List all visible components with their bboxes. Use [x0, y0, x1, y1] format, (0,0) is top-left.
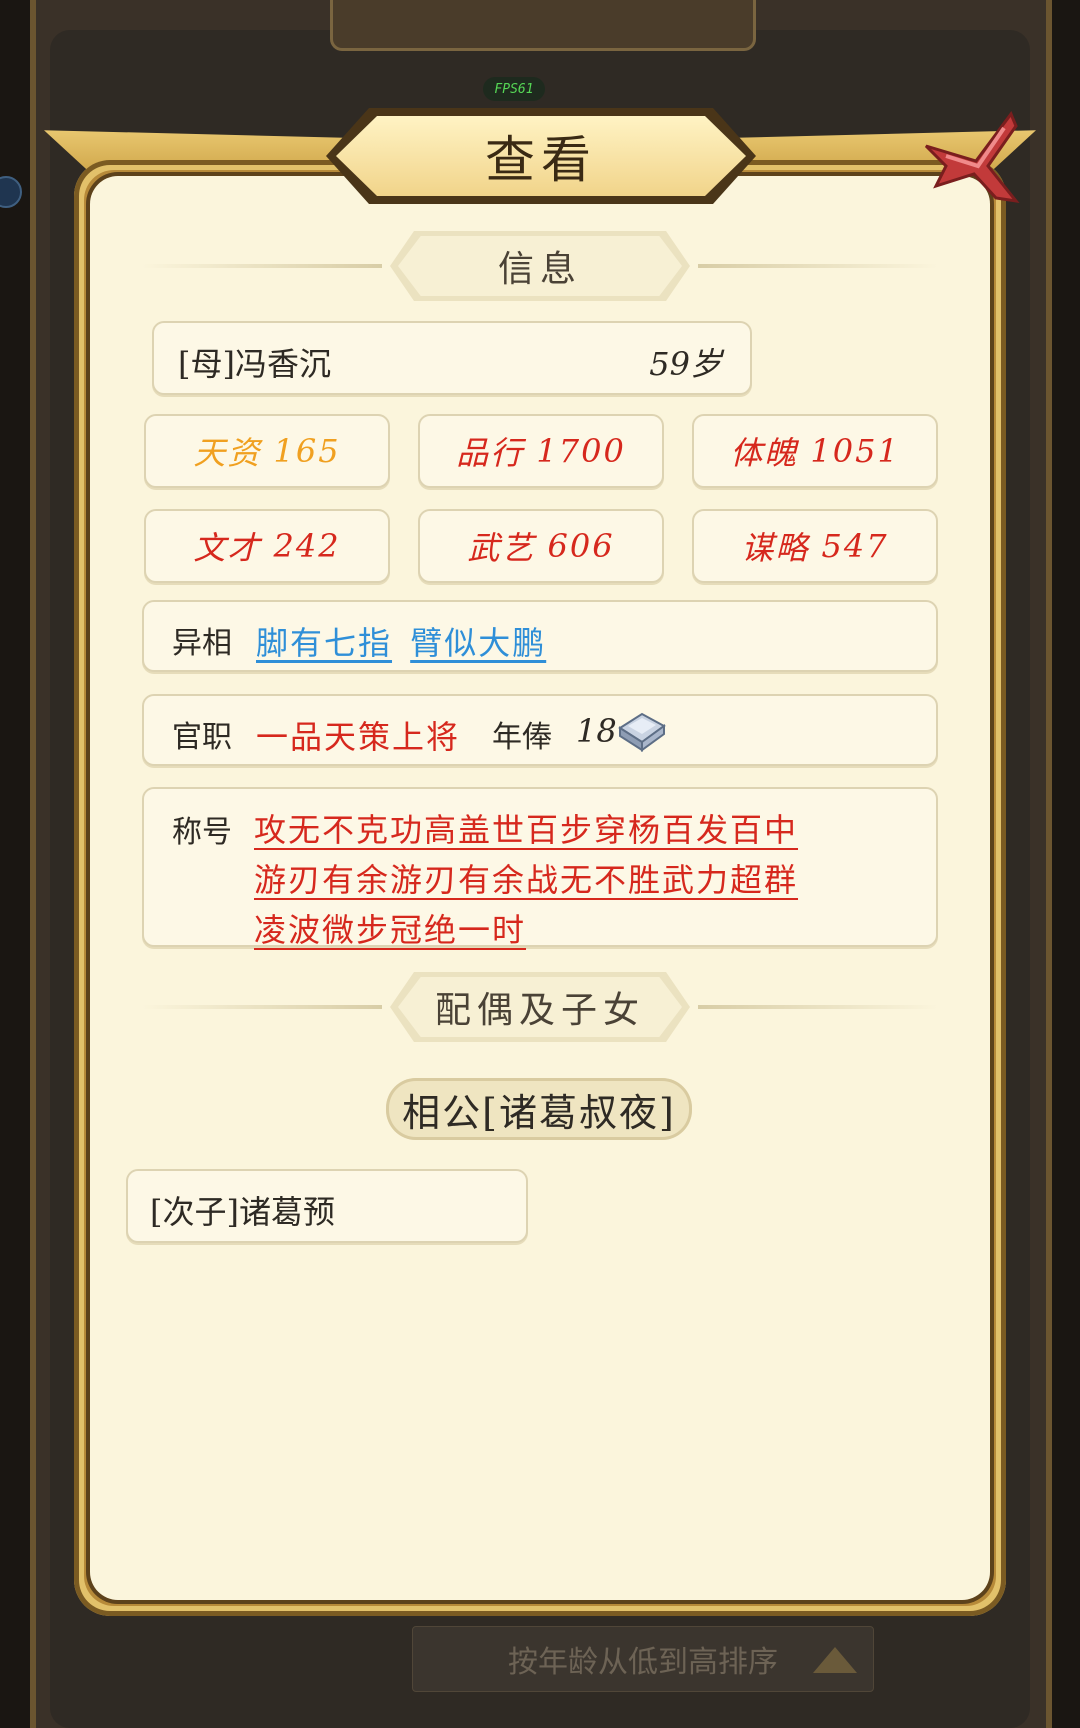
traits-label: 异相: [172, 626, 232, 661]
honor-line[interactable]: 攻无不克功高盖世百步穿杨百发百中: [254, 811, 798, 849]
sort-by-age-button[interactable]: 按年龄从低到高排序: [412, 1626, 874, 1692]
honors-label: 称号: [172, 815, 232, 850]
section-header-family: 配偶及子女: [142, 972, 938, 1042]
salary-value: 18: [576, 712, 617, 750]
person-age: 59岁: [649, 345, 722, 383]
person-name-box: [母]冯香沉 59岁: [152, 321, 752, 395]
background-title-plate: [330, 0, 756, 51]
section-title-family: 配偶及子女: [398, 977, 682, 1037]
honors-list: 攻无不克功高盖世百步穿杨百发百中 游刃有余游刃有余战无不胜武力超群 凌波微步冠绝…: [254, 805, 894, 955]
stat-value: 606: [547, 527, 615, 565]
dialog-title: 查看: [336, 116, 746, 196]
stat-label: 武艺: [467, 529, 536, 567]
honor-line[interactable]: 游刃有余游刃有余战无不胜武力超群: [254, 861, 798, 899]
office-label: 官职: [172, 720, 232, 755]
stat-label: 品行: [456, 434, 525, 472]
stat-conduct: 品行 1700: [418, 414, 664, 488]
stat-physique: 体魄 1051: [692, 414, 938, 488]
fps-counter: FPS61: [483, 77, 545, 101]
stat-label: 体魄: [730, 434, 799, 472]
stat-value: 1700: [536, 432, 626, 470]
stat-value: 165: [273, 432, 341, 470]
stat-literary: 文才 242: [144, 509, 390, 583]
child-name: [次子]诸葛预: [150, 1193, 335, 1231]
sort-button-label: 按年龄从低到高排序: [508, 1645, 778, 1680]
stat-value: 1051: [810, 432, 900, 470]
close-button[interactable]: [916, 106, 1026, 216]
honors-row: 称号 攻无不克功高盖世百步穿杨百发百中 游刃有余游刃有余战无不胜武力超群 凌波微…: [142, 787, 938, 949]
stat-label: 谋略: [741, 529, 810, 567]
person-name: [母]冯香沉: [178, 345, 331, 383]
traits-row: 异相 脚有七指 臂似大鹏: [142, 600, 938, 672]
sort-triangle-icon: [813, 1647, 857, 1673]
section-title-info: 信息: [398, 236, 682, 296]
stat-talent: 天资 165: [144, 414, 390, 488]
section-header-info: 信息: [142, 231, 938, 301]
stat-value: 242: [273, 527, 341, 565]
office-rank: 一品天策上将: [256, 718, 461, 756]
spouse-tag[interactable]: 相公[诸葛叔夜]: [386, 1078, 692, 1140]
stat-label: 天资: [193, 434, 262, 472]
stat-label: 文才: [193, 529, 262, 567]
office-row: 官职 一品天策上将 年俸 18: [142, 694, 938, 766]
close-icon: [924, 110, 1020, 204]
stat-value: 547: [821, 527, 889, 565]
salary-label: 年俸: [492, 720, 552, 755]
background-side-icon: [0, 176, 22, 208]
stat-strategy: 谋略 547: [692, 509, 938, 583]
trait-link[interactable]: 臂似大鹏: [410, 624, 546, 662]
trait-link[interactable]: 脚有七指: [256, 624, 392, 662]
honor-line[interactable]: 凌波微步冠绝一时: [254, 911, 526, 949]
child-box[interactable]: [次子]诸葛预: [126, 1169, 528, 1243]
silver-ingot-icon: [616, 706, 668, 758]
stat-martial: 武艺 606: [418, 509, 664, 583]
